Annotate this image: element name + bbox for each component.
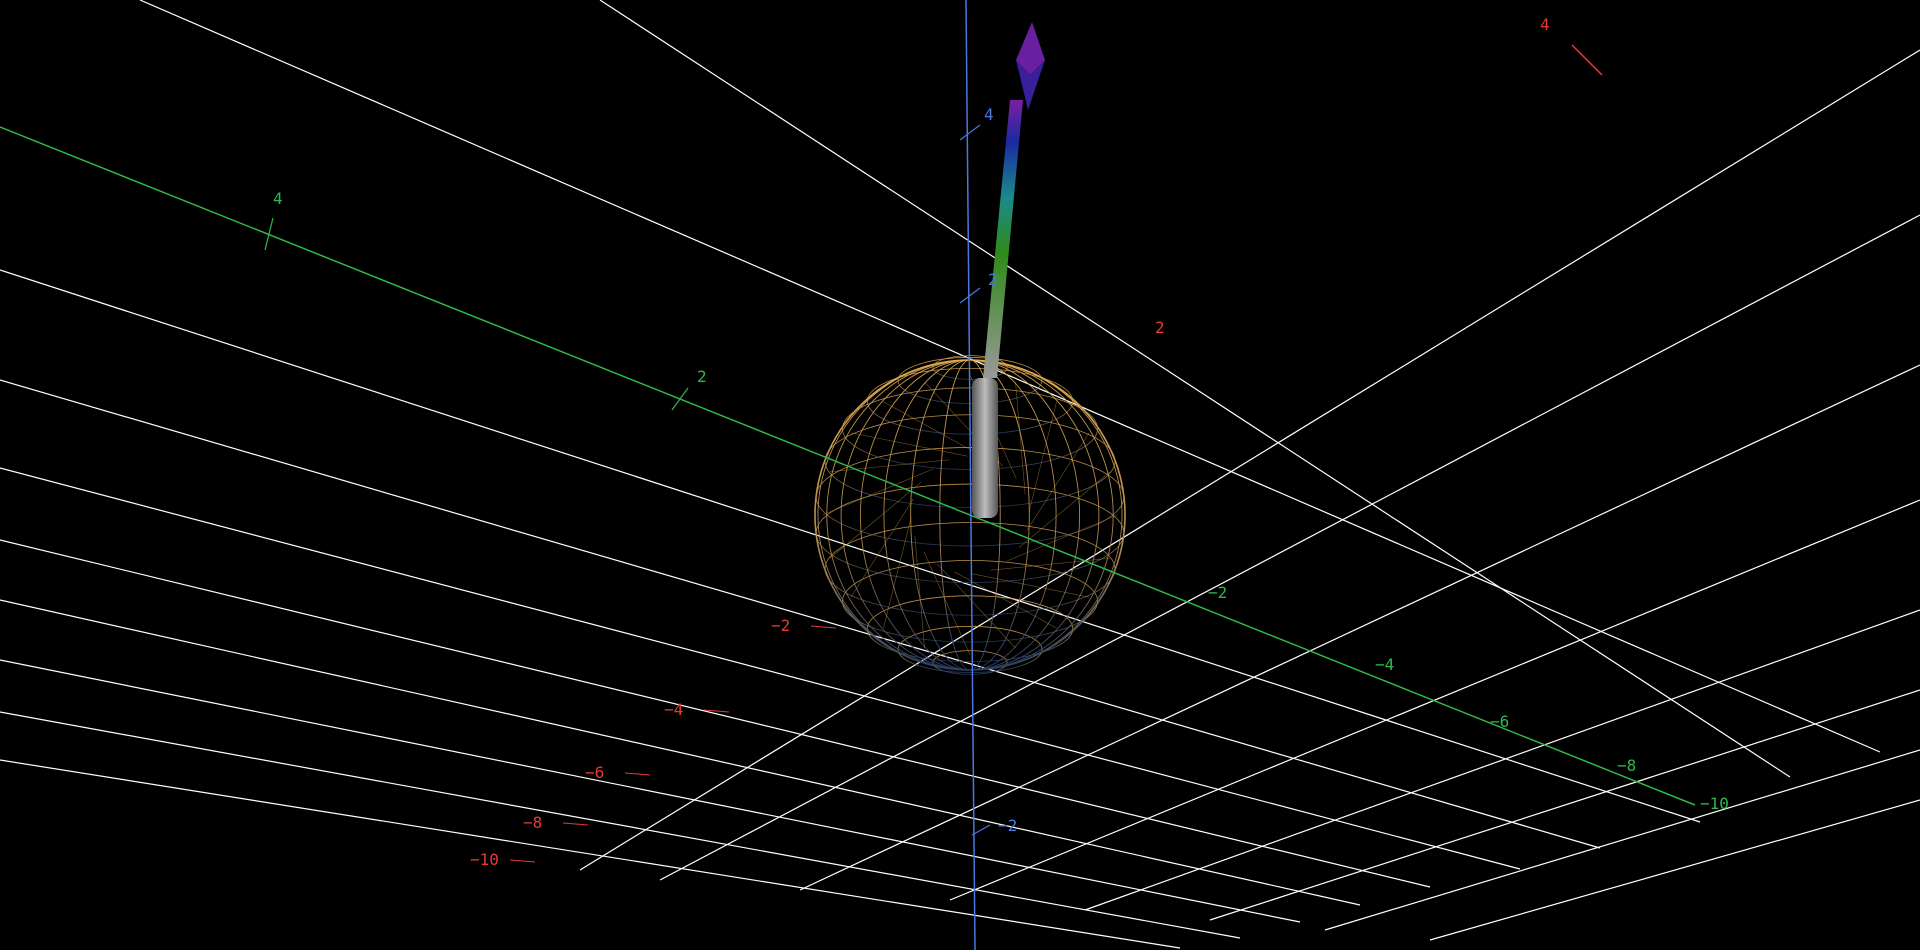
sphere-mesh-diagonal	[1006, 514, 1118, 562]
sphere-mesh-diagonal	[1028, 401, 1057, 513]
x-axis-tick-label: −6	[585, 763, 604, 782]
sphere-mesh-diagonal	[923, 551, 971, 656]
y-axis-tick-mark	[671, 387, 689, 411]
grid-line-b-4	[0, 467, 1521, 870]
z-axis-tick-label: 2	[988, 270, 998, 289]
sphere-mesh-diagonal	[829, 482, 922, 559]
x-axis-tick-mark	[562, 822, 589, 826]
y-axis-tick-label: −4	[1375, 655, 1394, 674]
x-axis-tick-label: −2	[771, 616, 790, 635]
z-axis-tick-label: 4	[984, 105, 994, 124]
y-axis-tick-label: −6	[1490, 712, 1509, 731]
grid-line-a-0	[579, 49, 1920, 871]
x-axis-tick-mark	[509, 859, 536, 863]
z-axis-tick-label: −2	[998, 816, 1017, 835]
3d-scene-canvas[interactable]: 4 2 −2 −4 −6 −8 −10 4 2 −2 −4 −6 −8 −10 4 2 −2	[0, 0, 1920, 950]
sphere-mesh-diagonal	[914, 535, 925, 649]
grid-line-b-3	[0, 379, 1601, 849]
arrow-base-shaft	[972, 378, 998, 518]
axes-group	[0, 0, 1696, 950]
x-axis-tick-label: 4	[1540, 15, 1550, 34]
grid-line-a-7	[1429, 799, 1920, 941]
grid-line-a-1	[659, 214, 1920, 881]
z-axis-tick-mark	[971, 824, 991, 836]
floor-grid	[0, 0, 1920, 949]
grid-line-b-2	[0, 269, 1701, 823]
x-axis-tick-mark	[624, 772, 651, 776]
sphere-mesh-diagonal	[822, 468, 934, 516]
y-axis-tick-label: −10	[1700, 794, 1729, 813]
y-axis-tick-label: −8	[1617, 756, 1636, 775]
y-axis-tick-label: −2	[1208, 583, 1227, 602]
x-axis-tick-mark	[810, 625, 837, 629]
grid-line-b-1	[599, 0, 1791, 778]
z-axis-tick-mark	[959, 287, 981, 304]
sphere-mesh-diagonal	[883, 517, 912, 629]
grid-line-b-9	[0, 759, 1181, 949]
x-axis-tick-label: −4	[664, 700, 683, 719]
sphere-mesh-diagonal	[850, 432, 968, 457]
x-axis-tick-label: 2	[1155, 318, 1165, 337]
y-axis-tick-label: 2	[697, 367, 707, 386]
x-axis-tick-4	[1571, 44, 1603, 76]
sphere-mesh-diagonal	[1018, 471, 1111, 548]
y-axis-line	[0, 126, 1696, 806]
arrow-shaft	[983, 100, 1023, 378]
x-axis-tick-label: −8	[523, 813, 542, 832]
grid-line-a-6	[1324, 749, 1920, 931]
x-axis-tick-label: −10	[470, 850, 499, 869]
sphere-mesh-diagonal	[1015, 381, 1026, 495]
sphere-mesh-diagonal	[937, 563, 1016, 649]
y-axis-tick-label: 4	[273, 189, 283, 208]
z-axis-tick-mark	[959, 124, 981, 141]
gradient-arrow[interactable]	[972, 22, 1045, 518]
grid-line-a-5	[1209, 689, 1920, 921]
